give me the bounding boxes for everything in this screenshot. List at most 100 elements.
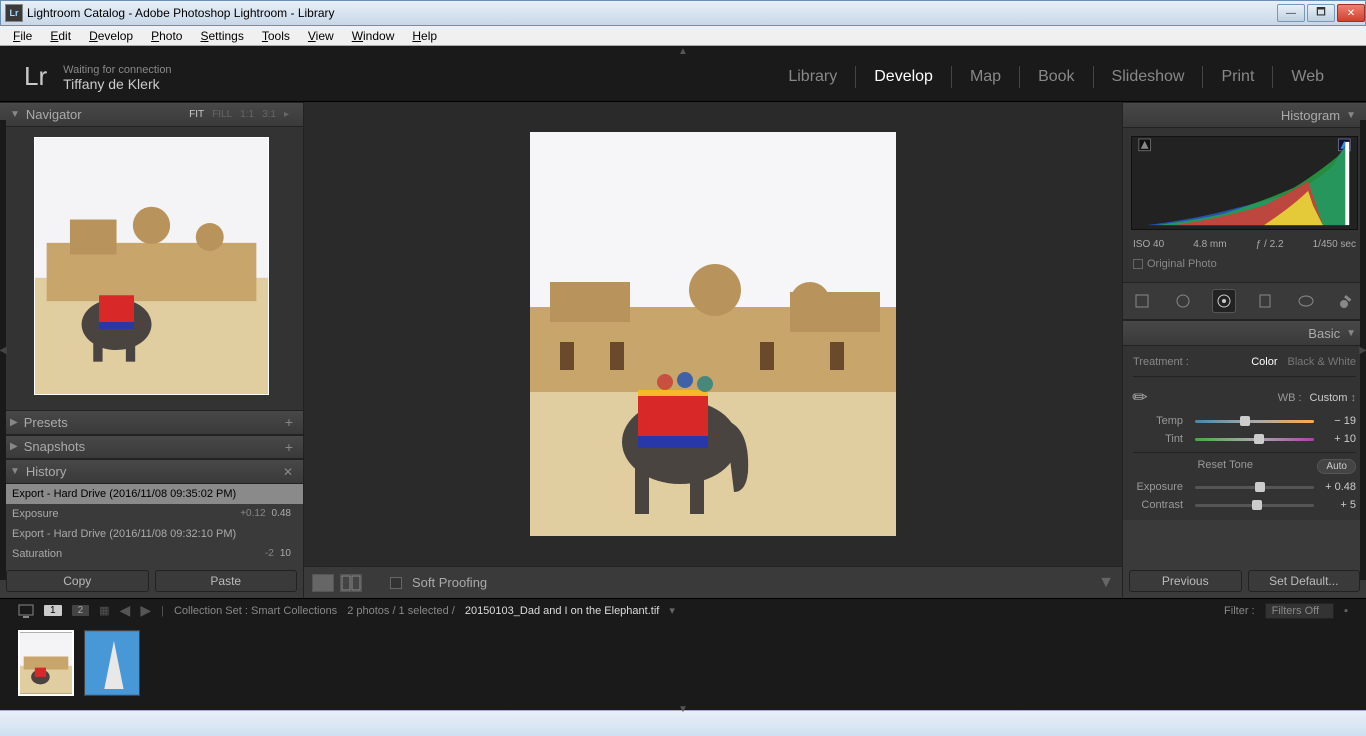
clear-history-icon[interactable]: ✕ [283, 465, 293, 479]
add-snapshot-icon[interactable]: + [285, 439, 293, 455]
original-photo-toggle[interactable]: Original Photo [1131, 254, 1358, 274]
zoom-3-1[interactable]: 3:1 [262, 109, 276, 120]
reset-tone-label[interactable]: Reset Tone [1197, 459, 1252, 474]
module-print[interactable]: Print [1203, 68, 1272, 86]
add-preset-icon[interactable]: + [285, 414, 293, 430]
toolbar-more-icon[interactable]: ▼ [1098, 574, 1114, 592]
filmstrip-thumb[interactable] [84, 630, 140, 696]
redeye-tool-icon[interactable] [1212, 289, 1236, 313]
exposure-value: + 0.48 [1320, 481, 1356, 493]
set-default-button[interactable]: Set Default... [1248, 570, 1361, 592]
module-map[interactable]: Map [952, 68, 1019, 86]
wb-label: WB : [1278, 392, 1302, 404]
module-slideshow[interactable]: Slideshow [1094, 68, 1203, 86]
identity-header: Lr Waiting for connection Tiffany de Kle… [0, 52, 1366, 102]
chevron-down-icon: ▼ [10, 466, 20, 477]
history-list: Export - Hard Drive (2016/11/08 09:35:02… [0, 484, 303, 564]
forward-arrow-icon[interactable]: ▶ [140, 602, 151, 619]
center-panel: Soft Proofing ▼ [304, 102, 1122, 598]
menu-edit[interactable]: Edit [41, 29, 80, 43]
back-arrow-icon[interactable]: ◀ [120, 602, 131, 619]
prev-reset-row: Previous Set Default... [1123, 564, 1366, 598]
left-panel-grab[interactable]: ◀ [0, 120, 6, 580]
chevron-down-icon: ▼ [1346, 328, 1356, 339]
soft-proofing-checkbox[interactable] [390, 577, 402, 589]
treatment-label: Treatment : [1133, 356, 1189, 368]
wb-dropdown[interactable]: Custom [1310, 392, 1356, 404]
basic-panel: Treatment : Color Black & White ✎ WB : C… [1123, 346, 1366, 520]
zoom-more-icon[interactable]: ▸ [284, 109, 289, 120]
histogram-header[interactable]: Histogram ▼ [1123, 102, 1366, 128]
menu-view[interactable]: View [299, 29, 343, 43]
menu-photo[interactable]: Photo [142, 29, 191, 43]
view-mode-before-after[interactable] [340, 574, 362, 592]
white-balance-dropper-icon[interactable]: ✎ [1128, 385, 1154, 411]
filmstrip-thumb[interactable] [18, 630, 74, 696]
navigator-header[interactable]: ▼ Navigator FIT FILL 1:1 3:1 ▸ [0, 102, 303, 127]
tint-slider[interactable] [1195, 434, 1314, 444]
filmstrip[interactable] [0, 622, 1366, 704]
view-mode-loupe[interactable] [312, 574, 334, 592]
navigator-zoom-options: FIT FILL 1:1 3:1 ▸ [185, 109, 293, 120]
photo-count: 2 photos / 1 selected / [347, 605, 455, 617]
menu-tools[interactable]: Tools [253, 29, 299, 43]
histogram-chart[interactable] [1131, 136, 1358, 230]
presets-header[interactable]: ▶ Presets + [0, 410, 303, 435]
history-header[interactable]: ▼ History ✕ [0, 459, 303, 484]
history-item[interactable]: Saturation-210 [0, 544, 303, 564]
exposure-slider[interactable] [1195, 482, 1314, 492]
menu-settings[interactable]: Settings [191, 29, 252, 43]
history-item[interactable]: Export - Hard Drive (2016/11/08 09:32:10… [0, 524, 303, 544]
zoom-fill[interactable]: FILL [212, 109, 232, 120]
collection-path[interactable]: Collection Set : Smart Collections [174, 605, 337, 617]
menu-file[interactable]: File [4, 29, 41, 43]
grid-view-icon[interactable]: ▦ [99, 604, 109, 617]
treatment-color[interactable]: Color [1251, 356, 1277, 368]
right-panel-grab[interactable]: ▶ [1360, 120, 1366, 580]
main-area: ▼ Navigator FIT FILL 1:1 3:1 ▸ [0, 102, 1366, 598]
spot-removal-tool-icon[interactable] [1171, 289, 1195, 313]
zoom-fit[interactable]: FIT [189, 109, 204, 120]
menu-help[interactable]: Help [403, 29, 446, 43]
filter-lock-icon[interactable]: ▪ [1344, 605, 1348, 617]
history-item[interactable]: Export - Hard Drive (2016/11/08 09:35:02… [0, 484, 303, 504]
copy-paste-row: Copy Paste [0, 564, 303, 598]
basic-header[interactable]: Basic ▼ [1123, 320, 1366, 346]
temp-slider[interactable] [1195, 416, 1314, 426]
module-web[interactable]: Web [1273, 68, 1342, 86]
adjustment-brush-tool-icon[interactable] [1335, 289, 1359, 313]
soft-proofing-label: Soft Proofing [412, 575, 487, 590]
contrast-slider[interactable] [1195, 500, 1314, 510]
filename-dropdown-icon[interactable]: ▾ [669, 604, 675, 617]
meta-focal: 4.8 mm [1193, 239, 1226, 250]
maximize-button[interactable]: 🗖 [1307, 4, 1335, 22]
crop-tool-icon[interactable] [1130, 289, 1154, 313]
navigator-preview[interactable] [0, 127, 303, 410]
page-1[interactable]: 1 [44, 605, 62, 616]
secondary-display-icon[interactable] [18, 604, 34, 618]
copy-button[interactable]: Copy [6, 570, 149, 592]
filmstrip-inforow: 1 2 ▦ ◀ ▶ | Collection Set : Smart Colle… [0, 598, 1366, 622]
menu-window[interactable]: Window [343, 29, 404, 43]
filter-dropdown[interactable]: Filters Off [1265, 603, 1334, 619]
previous-button[interactable]: Previous [1129, 570, 1242, 592]
tint-label: Tint [1133, 433, 1183, 445]
treatment-bw[interactable]: Black & White [1288, 356, 1356, 368]
auto-tone-button[interactable]: Auto [1317, 459, 1356, 474]
module-book[interactable]: Book [1020, 68, 1092, 86]
graduated-filter-tool-icon[interactable] [1253, 289, 1277, 313]
radial-filter-tool-icon[interactable] [1294, 289, 1318, 313]
zoom-1-1[interactable]: 1:1 [240, 109, 254, 120]
menu-develop[interactable]: Develop [80, 29, 142, 43]
paste-button[interactable]: Paste [155, 570, 298, 592]
page-2[interactable]: 2 [72, 605, 90, 616]
history-item[interactable]: Exposure+0.120.48 [0, 504, 303, 524]
snapshots-header[interactable]: ▶ Snapshots + [0, 435, 303, 460]
module-develop[interactable]: Develop [856, 68, 951, 86]
navigator-title: Navigator [26, 107, 82, 122]
module-library[interactable]: Library [770, 68, 855, 86]
loupe-view[interactable] [304, 102, 1122, 566]
minimize-button[interactable]: — [1277, 4, 1305, 22]
left-panel: ▼ Navigator FIT FILL 1:1 3:1 ▸ [0, 102, 304, 598]
close-button[interactable]: ✕ [1337, 4, 1365, 22]
